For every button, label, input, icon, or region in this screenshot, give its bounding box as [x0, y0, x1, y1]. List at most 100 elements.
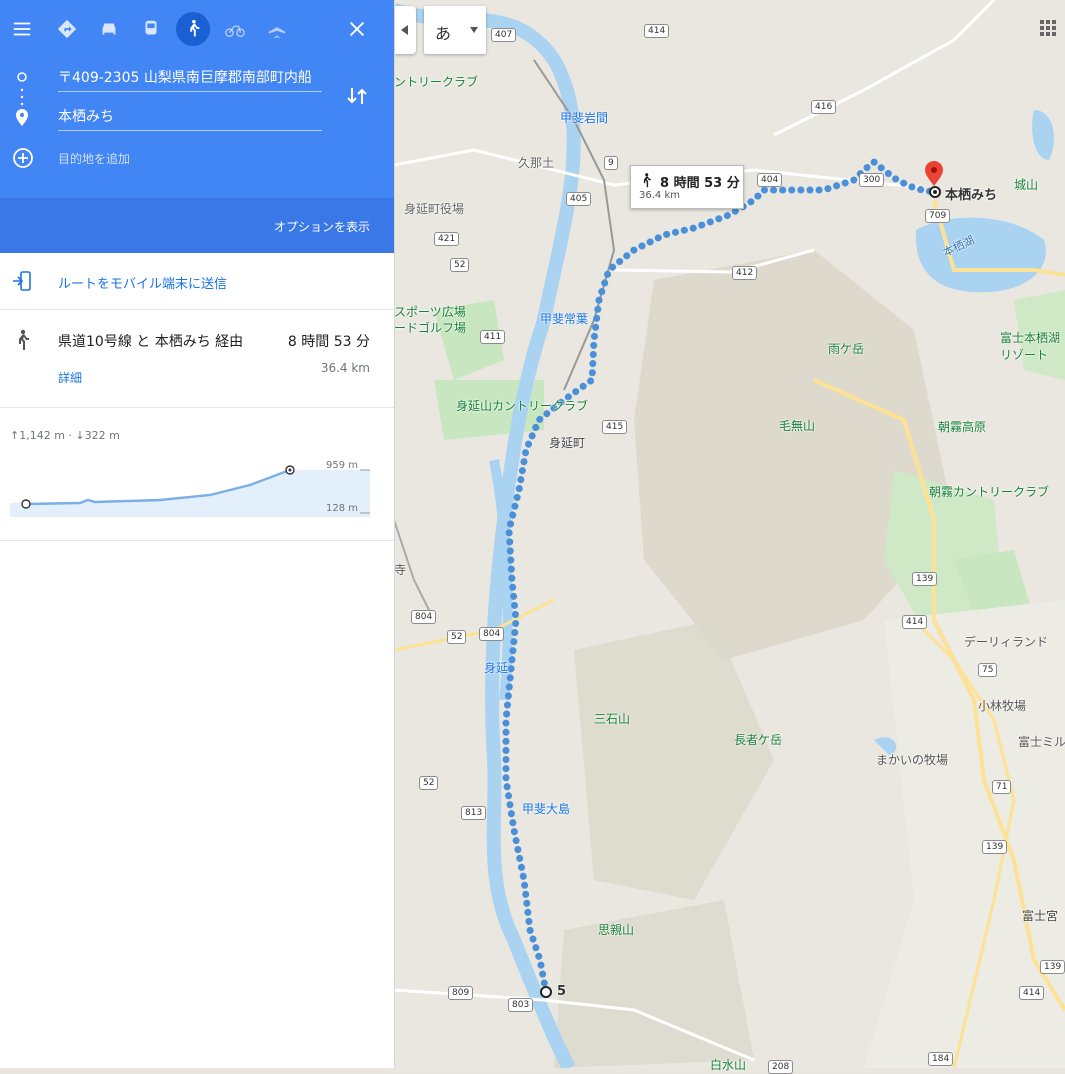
place-label[interactable]: 富士ミル [1018, 733, 1065, 750]
road-shield: 9 [604, 156, 618, 170]
flight-mode-icon[interactable] [260, 12, 294, 46]
route-via: 県道10号線 と 本栖みち 経由 [58, 334, 244, 350]
options-button[interactable]: オプションを表示 [274, 218, 370, 235]
car-mode-icon[interactable] [92, 12, 126, 46]
place-label[interactable]: 甲斐岩間 [560, 109, 608, 126]
road-shield: 803 [508, 998, 534, 1012]
road-shield: 75 [978, 663, 998, 677]
directions-panel: 〒409-2305 山梨県南巨摩郡南部町内船 本栖みち 目的地を追加 オプション… [0, 0, 395, 1068]
place-label[interactable]: 甲斐常葉 [540, 310, 588, 327]
place-label[interactable]: 身延 [484, 659, 508, 676]
place-label[interactable]: デーリィランド [964, 633, 1048, 650]
bicycle-mode-icon[interactable] [218, 12, 252, 46]
walking-icon [643, 173, 651, 188]
destination-label: 本栖みち [945, 188, 998, 203]
place-label[interactable]: 久那土 [518, 154, 554, 171]
directions-icon[interactable] [50, 12, 84, 46]
route-distance: 36.4 km [320, 361, 370, 375]
destination-pin-icon[interactable] [923, 160, 945, 186]
walking-mode-icon[interactable] [176, 12, 210, 46]
dropdown-arrow-icon [470, 27, 478, 33]
road-shield: 139 [982, 840, 1008, 854]
ime-toggle[interactable]: あ [424, 6, 486, 54]
menu-icon[interactable] [5, 12, 39, 46]
map-canvas[interactable]: あ 8 時間 53 分 36.4 km 本栖みち 5 甲斐岩間 久那土 身延町役… [394, 0, 1065, 1074]
place-label[interactable]: 身延山カントリークラブ [456, 397, 588, 414]
place-label[interactable]: 甲斐大島 [522, 800, 570, 817]
elevation-section: ↑1,142 m · ↓322 m 959 m 128 m [0, 407, 394, 541]
place-label[interactable]: まかいの牧場 [876, 751, 948, 768]
road-shield: 52 [419, 776, 439, 790]
map-terrain [394, 0, 1065, 1068]
place-label[interactable]: 寺 [394, 561, 406, 578]
callout-distance: 36.4 km [639, 190, 680, 201]
elevation-min: 128 m [326, 503, 359, 514]
road-shield: 300 [859, 173, 885, 187]
origin-label: 5 [557, 984, 567, 999]
road-shield: 208 [768, 1060, 794, 1074]
route-duration: 8 時間 53 分 [287, 334, 370, 350]
road-shield: 709 [925, 209, 951, 223]
destination-input[interactable]: 本栖みち [58, 104, 322, 131]
walking-icon [19, 329, 29, 350]
directions-header: 〒409-2305 山梨県南巨摩郡南部町内船 本栖みち 目的地を追加 オプション… [0, 0, 394, 253]
place-label[interactable]: 思親山 [598, 921, 634, 938]
road-shield: 414 [644, 24, 670, 38]
route-dots-icon [16, 72, 28, 126]
road-shield: 414 [902, 615, 928, 629]
swap-icon[interactable] [346, 84, 368, 112]
origin-input[interactable]: 〒409-2305 山梨県南巨摩郡南部町内船 [58, 65, 322, 92]
place-label[interactable]: 小林牧場 [978, 697, 1026, 714]
add-destination-input[interactable]: 目的地を追加 [58, 146, 322, 172]
origin-dot-icon [540, 986, 552, 998]
send-to-mobile-row[interactable]: ルートをモバイル端末に送信 [0, 253, 394, 310]
road-shield: 414 [1019, 986, 1045, 1000]
send-to-mobile-label: ルートをモバイル端末に送信 [58, 277, 228, 292]
place-label[interactable]: 城山 [1014, 176, 1038, 193]
elevation-summary: ↑1,142 m · ↓322 m [10, 429, 120, 442]
elevation-profile-chart [10, 465, 370, 517]
route-summary[interactable]: 県道10号線 と 本栖みち 経由 8 時間 53 分 36.4 km 詳細 [0, 309, 394, 408]
elevation-max: 959 m [326, 460, 359, 471]
place-label[interactable]: 朝霧高原 [938, 418, 986, 435]
road-shield: 411 [480, 330, 506, 344]
destination-dot-icon [929, 186, 941, 198]
road-shield: 139 [912, 572, 938, 586]
place-label[interactable]: 雨ケ岳 [828, 340, 864, 357]
road-shield: 52 [447, 630, 467, 644]
close-icon[interactable] [340, 12, 374, 46]
place-label[interactable]: ントリークラブ [394, 73, 478, 90]
chevron-left-icon [401, 25, 408, 35]
place-label[interactable]: 富士本栖湖リゾート [1000, 329, 1060, 363]
place-label[interactable]: 白水山 [710, 1056, 746, 1073]
place-label[interactable]: スポーツ広場 [394, 303, 466, 320]
place-label[interactable]: ードゴルフ場 [394, 319, 466, 336]
route-callout[interactable]: 8 時間 53 分 36.4 km [630, 165, 744, 209]
place-label[interactable]: 富士宮 [1022, 907, 1058, 924]
road-shield: 416 [811, 100, 837, 114]
road-shield: 139 [1040, 960, 1065, 974]
place-label[interactable]: 朝霧カントリークラブ [929, 483, 1049, 500]
place-label[interactable]: 身延町 [549, 434, 585, 451]
road-shield: 412 [732, 266, 758, 280]
ime-label: あ [435, 24, 452, 43]
road-shield: 421 [434, 232, 460, 246]
details-link[interactable]: 詳細 [58, 369, 82, 386]
transit-mode-icon[interactable] [134, 12, 168, 46]
place-label[interactable]: 身延町役場 [404, 200, 464, 217]
apps-grid-icon[interactable] [1040, 20, 1056, 40]
callout-duration: 8 時間 53 分 [660, 176, 740, 191]
road-shield: 52 [450, 258, 470, 272]
road-shield: 405 [566, 192, 592, 206]
road-shield: 407 [491, 28, 517, 42]
options-bar: オプションを表示 [0, 198, 394, 253]
road-shield: 404 [757, 173, 783, 187]
place-label[interactable]: 三石山 [594, 710, 630, 727]
send-to-phone-icon [13, 271, 31, 291]
add-destination-icon[interactable] [12, 147, 34, 173]
place-label[interactable]: 毛無山 [779, 417, 815, 434]
place-label[interactable]: 長者ケ岳 [734, 731, 782, 748]
road-shield: 804 [411, 610, 437, 624]
collapse-panel-button[interactable] [394, 6, 416, 54]
road-shield: 415 [602, 420, 628, 434]
